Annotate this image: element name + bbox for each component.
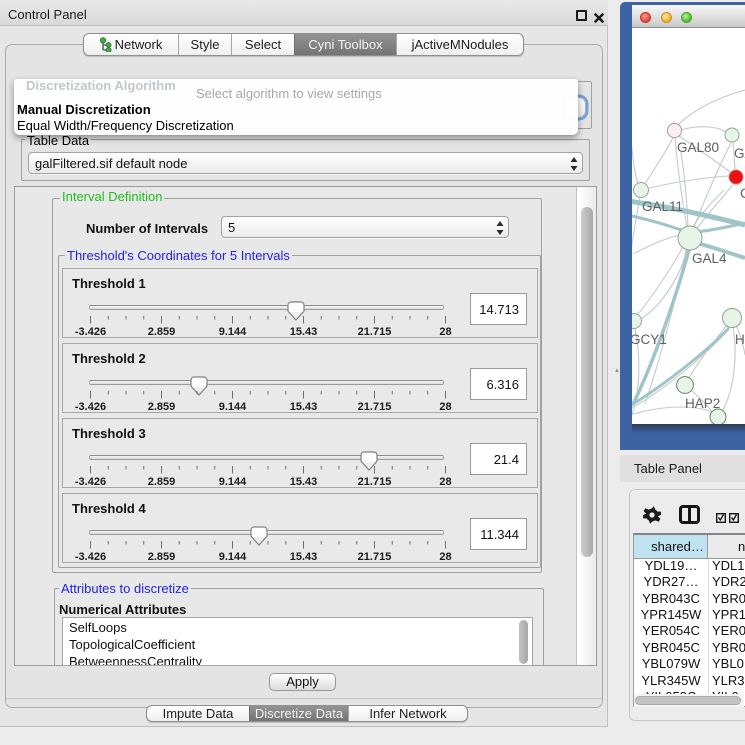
svg-text:GCY1: GCY1 bbox=[632, 332, 667, 347]
svg-text:GA: GA bbox=[734, 146, 745, 161]
svg-text:GAL4: GAL4 bbox=[692, 251, 727, 266]
svg-text:C: C bbox=[740, 186, 745, 201]
svg-text:GAL80: GAL80 bbox=[677, 140, 719, 155]
svg-text:H: H bbox=[735, 332, 745, 347]
svg-text:HAP2: HAP2 bbox=[685, 396, 720, 411]
svg-text:GAL11: GAL11 bbox=[642, 199, 683, 214]
